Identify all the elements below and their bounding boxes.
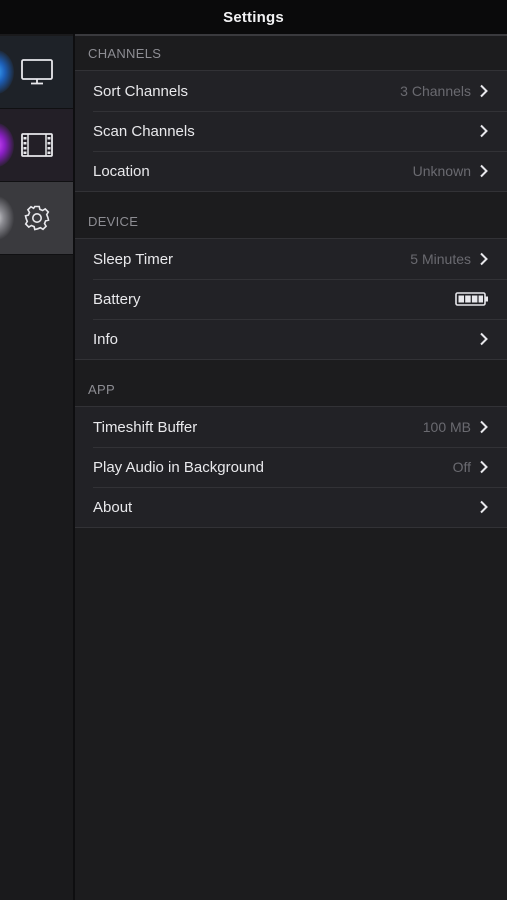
row-timeshift-buffer[interactable]: Timeshift Buffer 100 MB bbox=[75, 407, 507, 447]
tv-glow bbox=[0, 50, 14, 94]
chevron-right-icon bbox=[479, 252, 489, 266]
gear-icon bbox=[24, 205, 49, 231]
settings-screen: Settings CHANNELS Sort Channels 3 Channe… bbox=[0, 0, 507, 900]
chevron-right-icon bbox=[479, 332, 489, 346]
row-label: Timeshift Buffer bbox=[93, 418, 198, 436]
row-label: Info bbox=[93, 330, 119, 348]
row-label: Play Audio in Background bbox=[93, 458, 264, 476]
chevron-right-icon bbox=[479, 164, 489, 178]
row-value: Unknown bbox=[412, 163, 471, 179]
page-title: Settings bbox=[223, 8, 284, 26]
row-label: Location bbox=[93, 162, 150, 180]
movies-glow bbox=[0, 123, 14, 167]
section-header-app: APP bbox=[75, 372, 507, 406]
row-value: Off bbox=[452, 459, 471, 475]
row-location[interactable]: Location Unknown bbox=[75, 151, 507, 191]
group-app: Timeshift Buffer 100 MB Play Audio in Ba… bbox=[75, 406, 507, 528]
row-label: Battery bbox=[93, 290, 141, 308]
row-label: Scan Channels bbox=[93, 122, 195, 140]
chevron-right-icon bbox=[479, 420, 489, 434]
row-scan-channels[interactable]: Scan Channels bbox=[75, 111, 507, 151]
chevron-right-icon bbox=[479, 460, 489, 474]
row-value: 100 MB bbox=[422, 419, 471, 435]
row-label: Sleep Timer bbox=[93, 250, 174, 268]
navigation-bar: Settings bbox=[0, 0, 507, 34]
row-label: Sort Channels bbox=[93, 82, 189, 100]
row-sleep-timer[interactable]: Sleep Timer 5 Minutes bbox=[75, 239, 507, 279]
row-play-audio-background[interactable]: Play Audio in Background Off bbox=[75, 447, 507, 487]
section-header-channels: CHANNELS bbox=[75, 36, 507, 70]
chevron-right-icon bbox=[479, 84, 489, 98]
sidebar-item-movies[interactable] bbox=[0, 109, 73, 181]
group-channels: Sort Channels 3 Channels Scan Channels L… bbox=[75, 70, 507, 192]
row-sort-channels[interactable]: Sort Channels 3 Channels bbox=[75, 71, 507, 111]
chevron-right-icon bbox=[479, 124, 489, 138]
section-header-device: DEVICE bbox=[75, 204, 507, 238]
row-info[interactable]: Info bbox=[75, 319, 507, 359]
row-label: About bbox=[93, 498, 133, 516]
sidebar-item-settings[interactable] bbox=[0, 182, 73, 254]
row-value: 5 Minutes bbox=[410, 251, 471, 267]
sidebar-separator bbox=[0, 254, 73, 255]
film-icon bbox=[20, 133, 53, 157]
chevron-right-icon bbox=[479, 500, 489, 514]
battery-icon bbox=[455, 292, 488, 306]
settings-list: CHANNELS Sort Channels 3 Channels Scan C… bbox=[75, 36, 507, 528]
tv-icon bbox=[20, 59, 53, 85]
sidebar-item-tv[interactable] bbox=[0, 36, 73, 108]
row-about[interactable]: About bbox=[75, 487, 507, 527]
settings-glow bbox=[0, 196, 14, 240]
row-value: 3 Channels bbox=[400, 83, 471, 99]
group-device: Sleep Timer 5 Minutes Battery Info bbox=[75, 238, 507, 360]
row-battery: Battery bbox=[75, 279, 507, 319]
